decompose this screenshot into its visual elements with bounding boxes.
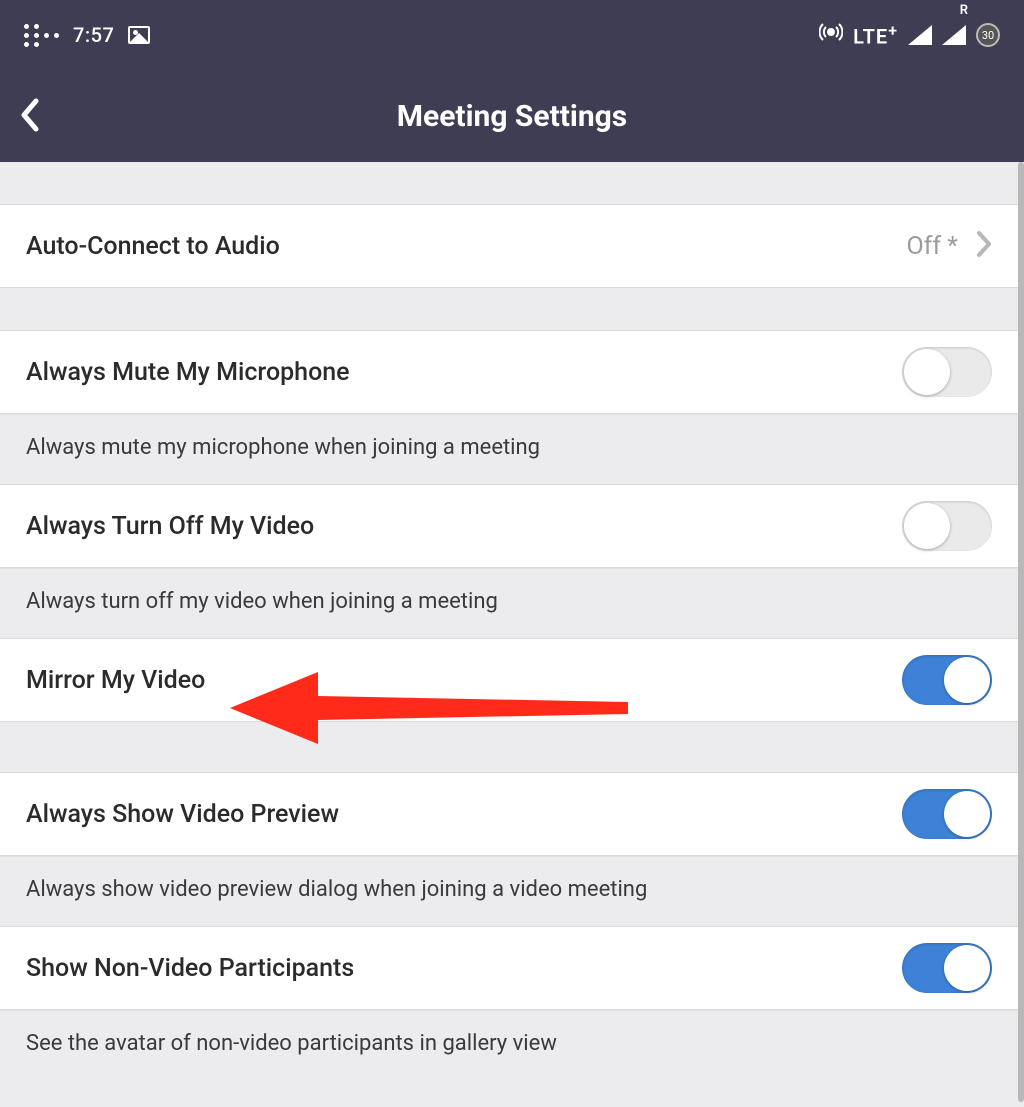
section-spacer	[0, 288, 1018, 330]
lte-text: LTE	[853, 25, 888, 49]
page-title: Meeting Settings	[0, 99, 1024, 134]
row-right: Off *	[906, 230, 992, 262]
toggle-mirror-my-video[interactable]	[902, 655, 992, 705]
blackberry-icon	[24, 24, 59, 47]
row-always-show-video-preview[interactable]: Always Show Video Preview	[0, 772, 1018, 856]
status-right: LTE+ R 30	[819, 20, 1000, 50]
row-value: Off *	[906, 232, 958, 261]
row-label: Always Show Video Preview	[26, 800, 339, 829]
row-label: Mirror My Video	[26, 666, 205, 695]
row-label: Show Non-Video Participants	[26, 954, 354, 983]
row-show-non-video-participants[interactable]: Show Non-Video Participants	[0, 926, 1018, 1010]
back-button[interactable]	[18, 97, 40, 137]
status-left: 7:57	[24, 23, 150, 47]
roaming-indicator: R	[960, 3, 968, 18]
lte-plus: +	[888, 21, 898, 40]
lte-label: LTE+	[853, 21, 898, 49]
row-description: Always mute my microphone when joining a…	[0, 414, 1018, 484]
battery-icon: 30	[976, 23, 1000, 47]
row-description: Always turn off my video when joining a …	[0, 568, 1018, 638]
section-spacer	[0, 722, 1018, 772]
toggle-always-show-video-preview[interactable]	[902, 789, 992, 839]
row-description: Always show video preview dialog when jo…	[0, 856, 1018, 926]
signal-icon-2: R	[942, 25, 966, 45]
header: Meeting Settings	[0, 70, 1024, 162]
section-spacer	[0, 162, 1018, 204]
row-label: Always Mute My Microphone	[26, 358, 350, 387]
row-mirror-my-video[interactable]: Mirror My Video	[0, 638, 1018, 722]
chevron-right-icon	[976, 230, 992, 262]
scrollbar[interactable]	[1018, 162, 1024, 1102]
row-always-turn-off-video[interactable]: Always Turn Off My Video	[0, 484, 1018, 568]
row-description: See the avatar of non-video participants…	[0, 1010, 1018, 1086]
signal-icon-1	[908, 25, 932, 45]
toggle-always-turn-off-video[interactable]	[902, 501, 992, 551]
status-bar: 7:57 LTE+ R 30	[0, 0, 1024, 70]
status-clock: 7:57	[73, 23, 114, 47]
row-label: Always Turn Off My Video	[26, 512, 314, 541]
row-label: Auto-Connect to Audio	[26, 232, 280, 261]
picture-icon	[128, 26, 150, 44]
settings-list: Auto-Connect to Audio Off * Always Mute …	[0, 162, 1018, 1086]
row-always-mute-mic[interactable]: Always Mute My Microphone	[0, 330, 1018, 414]
hotspot-icon	[819, 20, 843, 50]
row-auto-connect-audio[interactable]: Auto-Connect to Audio Off *	[0, 204, 1018, 288]
battery-value: 30	[982, 29, 994, 42]
toggle-always-mute-mic[interactable]	[902, 347, 992, 397]
toggle-show-non-video-participants[interactable]	[902, 943, 992, 993]
